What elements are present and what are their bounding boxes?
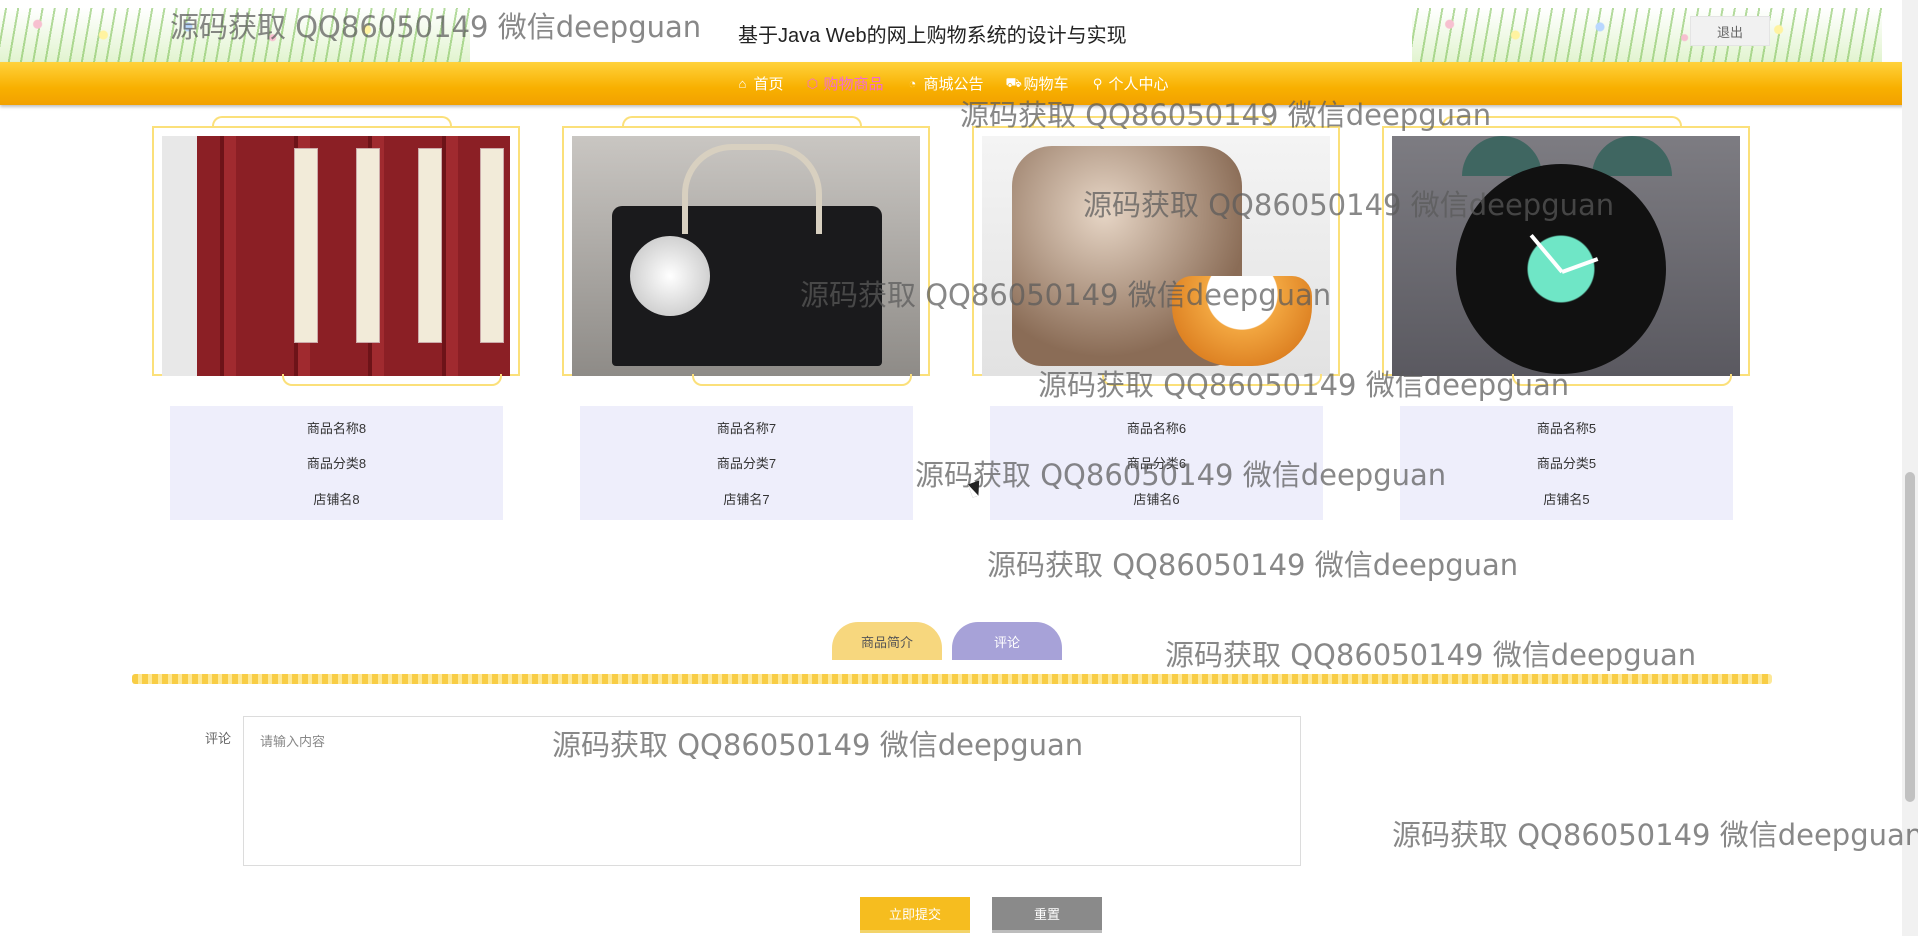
submit-button[interactable]: 立即提交 <box>860 897 970 933</box>
product-name: 商品名称8 <box>306 421 367 437</box>
product-image[interactable] <box>162 136 510 376</box>
comment-label: 评论 <box>205 731 232 746</box>
product-category: 商品分类7 <box>716 456 777 472</box>
product-info: 商品名称7 商品分类7 店铺名7 <box>580 406 913 520</box>
tab-comments[interactable]: 评论 <box>952 622 1062 660</box>
product-shop: 店铺名8 <box>313 491 360 507</box>
nav-item-label: 个人中心 <box>1108 76 1169 93</box>
grass-decoration-left <box>0 8 470 62</box>
product-info: 商品名称8 商品分类8 店铺名8 <box>170 406 503 520</box>
product-image-frame <box>1382 116 1750 386</box>
site-header: 基于Java Web的网上购物系统的设计与实现 退出 <box>0 0 1902 62</box>
logout-button[interactable]: 退出 <box>1690 16 1770 46</box>
nav-item-cart[interactable]: ⛟ 购物车 <box>1006 73 1069 94</box>
tab-product-intro[interactable]: 商品简介 <box>832 622 942 660</box>
product-image[interactable] <box>1392 136 1740 376</box>
cart-icon: ⛟ <box>1005 74 1022 90</box>
product-card[interactable]: 商品名称6 商品分类6 店铺名6 <box>972 116 1342 520</box>
nav-item-home[interactable]: ⌂ 首页 <box>735 73 784 94</box>
product-name: 商品名称5 <box>1536 421 1597 437</box>
product-card[interactable]: 商品名称7 商品分类7 店铺名7 <box>562 116 932 520</box>
nav-item-products[interactable]: ⬡ 购物商品 <box>805 73 884 94</box>
product-info: 商品名称5 商品分类5 店铺名5 <box>1400 406 1733 520</box>
user-icon: ⚲ <box>1092 75 1103 91</box>
tab-divider <box>132 674 1772 684</box>
site-title: 基于Java Web的网上购物系统的设计与实现 <box>738 25 1127 47</box>
product-shop: 店铺名7 <box>723 491 770 507</box>
reset-button[interactable]: 重置 <box>992 897 1102 933</box>
product-info: 商品名称6 商品分类6 店铺名6 <box>990 406 1323 520</box>
watermark-text: 源码获取 QQ86050149 微信deepguan <box>1165 638 1697 672</box>
page-scrollbar[interactable] <box>1902 0 1918 936</box>
nav-item-label: 商城公告 <box>923 76 984 93</box>
product-name: 商品名称7 <box>716 421 777 437</box>
watermark-text: 源码获取 QQ86050149 微信deepguan <box>1392 818 1918 852</box>
nav-item-label: 购物车 <box>1023 76 1069 93</box>
notice-icon: ◔ <box>908 76 917 91</box>
main-nav: ⌂ 首页 ⬡ 购物商品 ◔ 商城公告 ⛟ 购物车 ⚲ 个人中心 <box>0 62 1904 105</box>
nav-item-label: 购物商品 <box>823 76 884 93</box>
product-category: 商品分类6 <box>1126 456 1187 472</box>
product-category: 商品分类5 <box>1536 456 1597 472</box>
nav-item-notice[interactable]: ◔ 商城公告 <box>905 73 984 94</box>
mouse-cursor <box>967 480 985 498</box>
watermark-text: 源码获取 QQ86050149 微信deepguan <box>987 548 1519 582</box>
product-card[interactable]: 商品名称5 商品分类5 店铺名5 <box>1382 116 1752 520</box>
product-shop: 店铺名6 <box>1133 491 1180 507</box>
box-icon: ⬡ <box>806 75 819 91</box>
product-shop: 店铺名5 <box>1543 491 1590 507</box>
product-image-frame <box>972 116 1340 386</box>
product-card[interactable]: 商品名称8 商品分类8 店铺名8 <box>152 116 522 520</box>
nav-item-label: 首页 <box>753 76 784 93</box>
home-icon: ⌂ <box>738 76 747 91</box>
product-image-frame <box>152 116 520 386</box>
comment-textarea[interactable] <box>243 716 1301 866</box>
product-name: 商品名称6 <box>1126 421 1187 437</box>
scrollbar-thumb[interactable] <box>1905 472 1915 802</box>
grass-decoration-right <box>1412 8 1882 62</box>
nav-item-profile[interactable]: ⚲ 个人中心 <box>1091 73 1169 94</box>
product-image[interactable] <box>982 136 1330 376</box>
detail-tabs: 商品简介 评论 <box>832 622 1062 660</box>
product-category: 商品分类8 <box>306 456 367 472</box>
product-image[interactable] <box>572 136 920 376</box>
product-image-frame <box>562 116 930 386</box>
